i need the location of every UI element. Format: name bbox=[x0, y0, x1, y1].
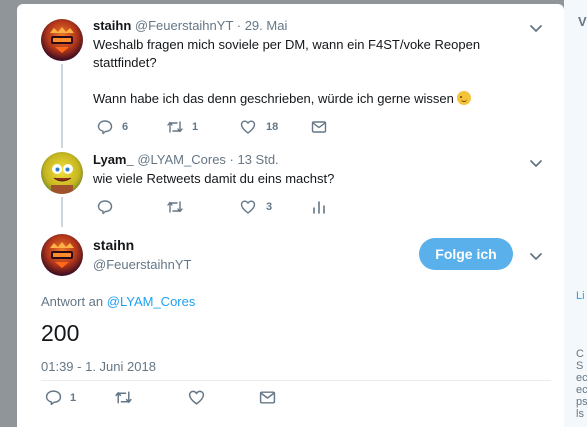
reply-count: 1 bbox=[70, 391, 77, 404]
tweet-text-line: stattfindet? bbox=[93, 55, 157, 70]
tweet-text-line: Weshalb fragen mich soviele per DM, wann… bbox=[93, 37, 481, 52]
direct-message-button[interactable] bbox=[311, 119, 327, 135]
reply-icon bbox=[45, 390, 62, 406]
envelope-icon bbox=[311, 121, 327, 133]
reply-count: 6 bbox=[122, 121, 129, 133]
analytics-icon bbox=[313, 201, 325, 214]
side-fragment: C bbox=[576, 348, 584, 360]
tweet-text: 200 bbox=[41, 320, 80, 346]
reply-to-line: Antwort an @LYAM_Cores bbox=[41, 294, 195, 309]
follow-button[interactable]: Folge ich bbox=[419, 238, 513, 270]
reply-button[interactable]: 1 bbox=[45, 389, 76, 406]
direct-message-button[interactable] bbox=[259, 389, 276, 406]
user-name[interactable]: staihn bbox=[93, 18, 131, 33]
retweet-button[interactable] bbox=[114, 389, 133, 406]
user-name[interactable]: Lyam_ bbox=[93, 152, 134, 167]
side-fragment: ls bbox=[576, 408, 584, 420]
heart-icon bbox=[240, 120, 256, 134]
user-name[interactable]: staihn bbox=[93, 237, 134, 253]
retweet-icon bbox=[167, 201, 183, 213]
retweet-icon bbox=[115, 391, 132, 404]
tweet-header: staihn @FeuerstaihnYT · 29. Mai bbox=[93, 18, 287, 33]
like-button[interactable] bbox=[188, 389, 205, 406]
tweet-header: Lyam_ @LYAM_Cores · 13 Std. bbox=[93, 152, 279, 167]
side-fragment: ec bbox=[576, 384, 587, 396]
avatar[interactable] bbox=[41, 152, 83, 194]
side-fragment: Li bbox=[576, 290, 585, 302]
reply-to-link[interactable]: @LYAM_Cores bbox=[107, 294, 196, 309]
like-count: 3 bbox=[266, 201, 273, 213]
divider bbox=[41, 380, 551, 381]
tweet-text: wie viele Retweets damit du eins machst? bbox=[93, 171, 335, 186]
retweet-count: 1 bbox=[192, 121, 199, 133]
winking-face-emoji-icon bbox=[456, 91, 471, 105]
tweet-text: Wann habe ich das denn geschrieben, würd… bbox=[93, 91, 454, 106]
avatar-logo-icon bbox=[50, 242, 74, 268]
user-handle[interactable]: @FeuerstaihnYT bbox=[93, 257, 191, 272]
tweet-modal: staihn @FeuerstaihnYT · 29. Mai Weshalb … bbox=[17, 4, 564, 427]
envelope-icon bbox=[259, 391, 276, 404]
tweet-timestamp[interactable]: 01:39 - 1. Juni 2018 bbox=[41, 359, 156, 374]
avatar[interactable] bbox=[41, 234, 83, 276]
retweet-icon bbox=[167, 121, 183, 133]
handle-and-time[interactable]: @LYAM_Cores · 13 Std. bbox=[137, 152, 278, 167]
thread-line bbox=[61, 197, 63, 227]
handle-and-time[interactable]: @FeuerstaihnYT · 29. Mai bbox=[135, 18, 287, 33]
heart-icon bbox=[240, 200, 256, 214]
side-fragment: V bbox=[578, 14, 587, 29]
reply-icon bbox=[97, 120, 113, 135]
reply-button[interactable] bbox=[97, 199, 113, 215]
side-fragment: ps bbox=[576, 396, 587, 408]
side-fragment: S bbox=[576, 360, 584, 372]
reply-to-prefix: Antwort an bbox=[41, 294, 104, 309]
chevron-down-icon[interactable] bbox=[528, 248, 544, 264]
analytics-button[interactable] bbox=[311, 199, 327, 215]
avatar[interactable] bbox=[41, 19, 83, 61]
like-button[interactable]: 18 bbox=[240, 119, 278, 135]
background-page-strip: V Li C S ec ec ps ls bbox=[564, 0, 587, 427]
side-fragment: ec bbox=[576, 372, 587, 384]
reply-icon bbox=[97, 200, 113, 215]
avatar-character-icon bbox=[51, 164, 73, 194]
tweet-text-line: Wann habe ich das denn geschrieben, würd… bbox=[93, 90, 471, 108]
heart-icon bbox=[188, 390, 205, 405]
reply-button[interactable]: 6 bbox=[97, 119, 128, 135]
chevron-down-icon[interactable] bbox=[528, 155, 544, 171]
like-button[interactable]: 3 bbox=[240, 199, 272, 215]
retweet-button[interactable] bbox=[166, 199, 184, 215]
chevron-down-icon[interactable] bbox=[528, 20, 544, 36]
like-count: 18 bbox=[266, 121, 279, 133]
avatar-logo-icon bbox=[50, 27, 74, 53]
thread-line bbox=[61, 64, 63, 148]
retweet-button[interactable]: 1 bbox=[166, 119, 198, 135]
